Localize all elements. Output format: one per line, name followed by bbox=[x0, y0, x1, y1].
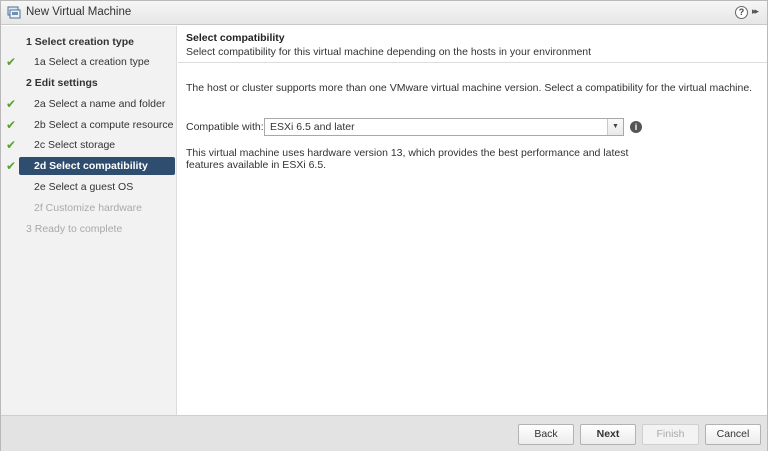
step-label: 2e Select a guest OS bbox=[34, 181, 134, 193]
page-subtitle: Select compatibility for this virtual ma… bbox=[186, 46, 592, 58]
step-label: 2a Select a name and folder bbox=[34, 98, 166, 110]
expand-icon[interactable]: ▸▸ bbox=[752, 6, 759, 17]
finish-button: Finish bbox=[642, 424, 699, 445]
title-bar: New Virtual Machine ? ▸▸ bbox=[1, 1, 767, 25]
info-icon[interactable]: i bbox=[630, 121, 642, 133]
step-label: 1a Select a creation type bbox=[34, 56, 150, 68]
step-label: 2 Edit settings bbox=[26, 77, 98, 89]
cancel-button[interactable]: Cancel bbox=[705, 424, 761, 445]
step-select-name-and-folder[interactable]: ✔ 2a Select a name and folder bbox=[6, 95, 175, 113]
step-label: 1 Select creation type bbox=[26, 36, 134, 48]
virtual-machine-icon bbox=[7, 6, 21, 19]
step-select-a-creation-type[interactable]: ✔ 1a Select a creation type bbox=[6, 53, 175, 71]
next-button[interactable]: Next bbox=[580, 424, 636, 445]
dialog-title: New Virtual Machine bbox=[26, 6, 132, 18]
intro-text: The host or cluster supports more than o… bbox=[186, 82, 753, 94]
step-label: 2d Select compatibility bbox=[34, 160, 148, 172]
step-select-creation-type: 1 Select creation type bbox=[19, 33, 175, 51]
page-title: Select compatibility bbox=[186, 32, 285, 44]
step-select-compute-resource[interactable]: ✔ 2b Select a compute resource bbox=[6, 116, 175, 134]
step-edit-settings: 2 Edit settings bbox=[19, 74, 175, 92]
checkmark-icon: ✔ bbox=[6, 118, 17, 132]
step-header: Select compatibility Select compatibilit… bbox=[186, 32, 591, 58]
new-vm-dialog: New Virtual Machine ? ▸▸ 1 Select creati… bbox=[0, 0, 768, 451]
compatibility-select-value: ESXi 6.5 and later bbox=[270, 121, 355, 133]
step-label: 2f Customize hardware bbox=[34, 202, 142, 214]
checkmark-icon: ✔ bbox=[6, 138, 17, 152]
step-content: Select compatibility Select compatibilit… bbox=[178, 26, 767, 415]
hardware-version-text: This virtual machine uses hardware versi… bbox=[186, 147, 629, 171]
help-icon[interactable]: ? bbox=[735, 6, 748, 19]
step-label: 2b Select a compute resource bbox=[34, 119, 174, 131]
dialog-footer: Back Next Finish Cancel bbox=[1, 415, 767, 451]
step-select-guest-os[interactable]: 2e Select a guest OS bbox=[19, 178, 175, 196]
wizard-steps-sidebar: 1 Select creation type ✔ 1a Select a cre… bbox=[1, 26, 177, 415]
dropdown-arrow-icon[interactable]: ▼ bbox=[607, 119, 623, 135]
step-customize-hardware: 2f Customize hardware bbox=[19, 199, 175, 217]
checkmark-icon: ✔ bbox=[6, 159, 17, 173]
step-label: 3 Ready to complete bbox=[26, 223, 123, 235]
step-ready-to-complete: 3 Ready to complete bbox=[19, 220, 175, 238]
step-label: 2c Select storage bbox=[34, 139, 116, 151]
compatibility-select[interactable]: ESXi 6.5 and later ▼ bbox=[264, 118, 624, 136]
compatible-with-label: Compatible with: bbox=[186, 121, 264, 133]
checkmark-icon: ✔ bbox=[6, 55, 17, 69]
step-select-compatibility[interactable]: ✔ 2d Select compatibility bbox=[6, 157, 175, 175]
back-button[interactable]: Back bbox=[518, 424, 574, 445]
checkmark-icon: ✔ bbox=[6, 97, 17, 111]
header-divider bbox=[178, 62, 767, 63]
step-select-storage[interactable]: ✔ 2c Select storage bbox=[6, 136, 175, 154]
